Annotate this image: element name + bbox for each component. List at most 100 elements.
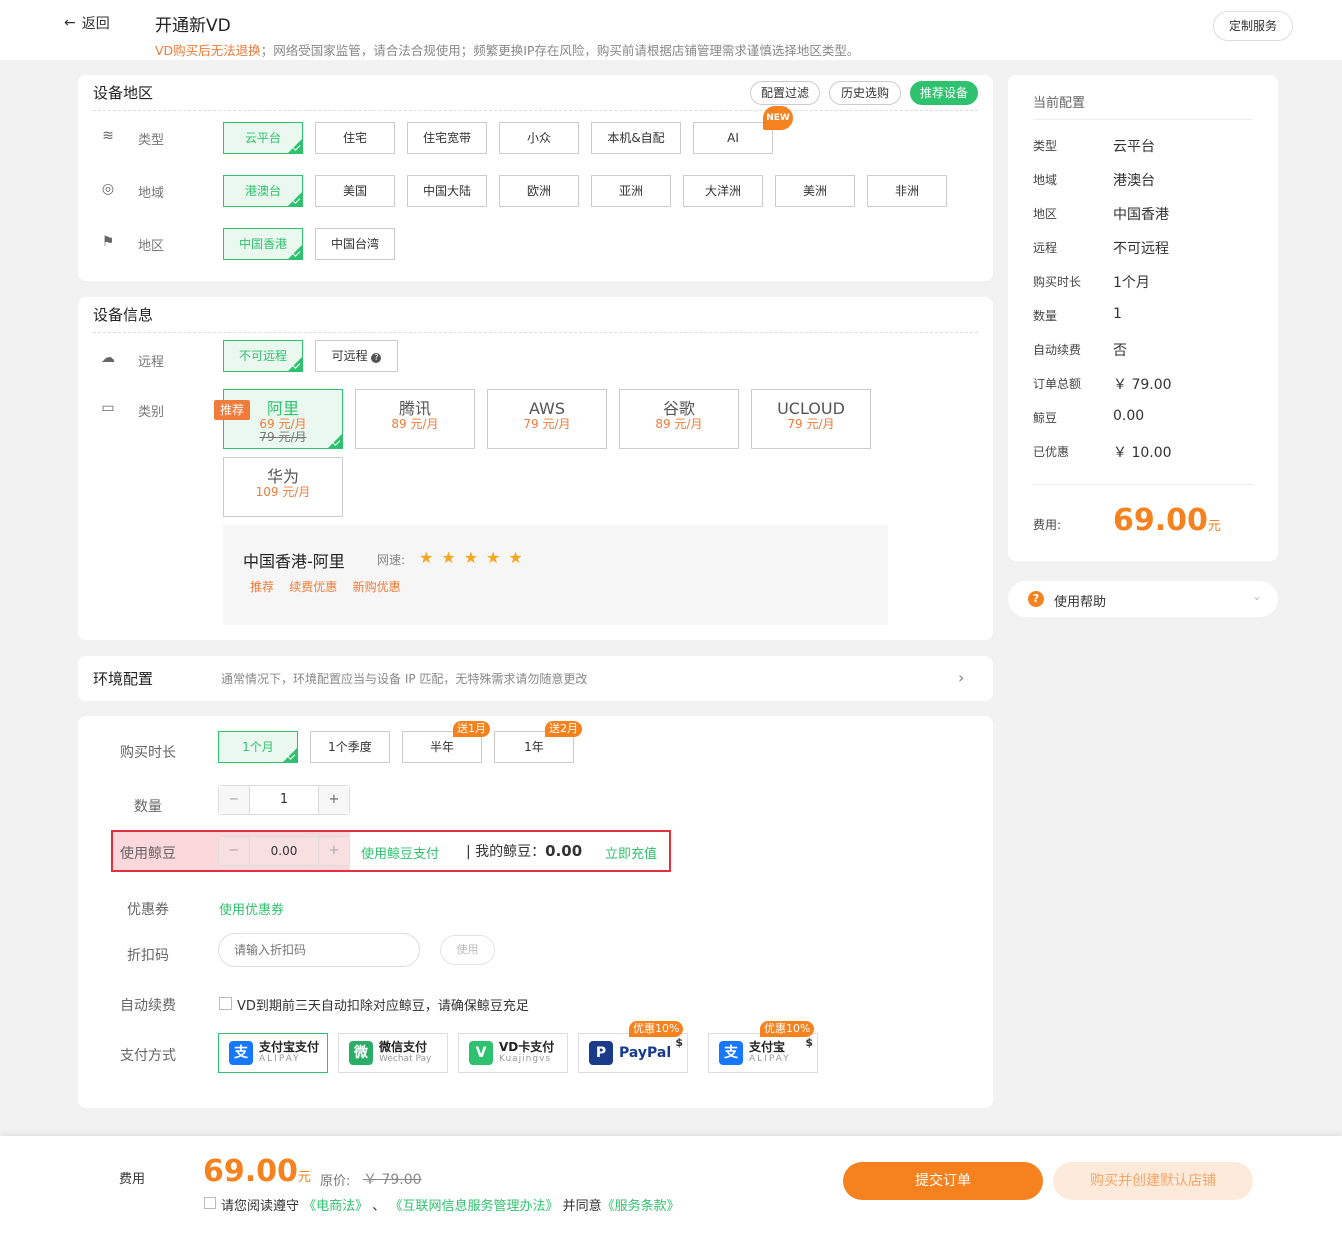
help-label: 使用帮助 (1054, 595, 1107, 610)
layers-icon: ≋ (102, 128, 114, 144)
recommend-device-button[interactable]: 推荐设备 (910, 81, 978, 105)
ecommerce-law-link[interactable]: 《电商法》 (303, 1199, 368, 1214)
area-option-asia[interactable]: 亚洲 (591, 175, 671, 207)
side-value: 0.00 (1113, 408, 1145, 424)
cloud-option-aliyun[interactable]: 推荐 阿里 69 元/月 79 元/月 (214, 389, 343, 449)
info-tag: 推荐 (250, 580, 275, 594)
remote-option-no[interactable]: 不可远程 (223, 340, 303, 372)
cloud-price: 89 元/月 (655, 417, 703, 431)
cloud-name: 华为 (266, 467, 299, 486)
minus-button[interactable]: − (219, 786, 249, 814)
star-icon: ★ (419, 548, 434, 567)
side-fee-unit: 元 (1207, 519, 1221, 534)
area-option-hmt[interactable]: 港澳台 (223, 175, 303, 207)
discount-code-input[interactable] (218, 933, 420, 967)
paypal-icon: P (589, 1041, 613, 1065)
purchase-notice: VD购买后无法退换；网络受国家监管，请合法合规使用；频繁更换IP存在风险，购买前… (155, 40, 859, 59)
area-option-africa[interactable]: 非洲 (867, 175, 947, 207)
cloud-option-aws[interactable]: AWS 79 元/月 (487, 389, 607, 449)
area-option-us[interactable]: 美国 (315, 175, 395, 207)
side-key: 类型 (1033, 139, 1058, 153)
auto-renew-checkbox[interactable] (219, 997, 232, 1010)
bean-stepper[interactable]: − 0.00 + (218, 836, 350, 866)
payment-paypal[interactable]: P PayPal $ (578, 1033, 688, 1073)
vd-card-icon: V (469, 1041, 493, 1065)
use-bean-link[interactable]: 使用鲸豆支付 (361, 843, 439, 862)
side-value: 不可远程 (1113, 241, 1169, 257)
minus-button[interactable]: − (219, 837, 249, 865)
separator: 、 (372, 1199, 386, 1214)
history-button[interactable]: 历史选购 (829, 81, 901, 105)
cloud-option-ucloud[interactable]: UCLOUD 79 元/月 (751, 389, 871, 449)
dollar-icon: $ (805, 1036, 813, 1049)
area-option-oceania[interactable]: 大洋洲 (683, 175, 763, 207)
type-option-niche[interactable]: 小众 (499, 122, 579, 154)
notice-text: ；网络受国家监管，请合法合规使用；频繁更换IP存在风险，购买前请根据店铺管理需求… (260, 43, 860, 58)
type-option-local[interactable]: 本机&自配 (591, 122, 681, 154)
divider (1033, 484, 1253, 485)
bean-label: 使用鲸豆 (120, 846, 176, 862)
use-coupon-link[interactable]: 使用优惠券 (219, 899, 284, 918)
cloud-option-google[interactable]: 谷歌 89 元/月 (619, 389, 739, 449)
back-button[interactable]: ← 返回 (64, 13, 110, 33)
payment-vdcard[interactable]: V VD卡支付 Kuajingvs (458, 1033, 568, 1073)
quantity-stepper[interactable]: − 1 + (218, 785, 350, 815)
custom-service-button[interactable]: 定制服务 (1213, 11, 1293, 41)
bean-value[interactable]: 0.00 (249, 837, 319, 865)
submit-order-button[interactable]: 提交订单 (843, 1162, 1043, 1200)
remote-label: 远程 (138, 355, 165, 370)
side-value: 中国香港 (1113, 207, 1169, 223)
my-bean-value: 0.00 (545, 842, 583, 860)
recharge-link[interactable]: 立即充值 (605, 843, 657, 862)
apply-discount-button[interactable]: 使用 (440, 935, 495, 965)
new-badge: NEW (763, 106, 793, 130)
cloud-option-tencent[interactable]: 腾讯 89 元/月 (355, 389, 475, 449)
config-filter-button[interactable]: 配置过滤 (750, 81, 820, 105)
area-option-europe[interactable]: 欧洲 (499, 175, 579, 207)
buy-and-create-store-button[interactable]: 购买并创建默认店铺 (1053, 1162, 1253, 1200)
type-option-residential[interactable]: 住宅 (315, 122, 395, 154)
type-option-broadband[interactable]: 住宅宽带 (407, 122, 487, 154)
footer-fee-unit: 元 (297, 1170, 311, 1185)
divider (93, 110, 978, 111)
help-panel[interactable] (1008, 581, 1278, 617)
payment-wechat[interactable]: 微 微信支付 Wechat Pay (338, 1033, 448, 1073)
auto-renew-label: 自动续费 (120, 998, 176, 1014)
notice-warning: VD购买后无法退换 (155, 43, 261, 58)
speed-label: 网速: (377, 553, 406, 567)
remote-option-yes[interactable]: 可远程 ? (315, 340, 398, 372)
side-key: 地区 (1033, 207, 1058, 221)
side-key: 鲸豆 (1033, 411, 1058, 425)
type-option-ai[interactable]: AI (693, 122, 773, 154)
agree-prefix: 请您阅读遵守 (221, 1199, 300, 1214)
agree-checkbox[interactable] (204, 1197, 216, 1209)
payment-alipay[interactable]: 支 支付宝支付 ALIPAY (218, 1033, 328, 1073)
payment-name: 支付宝支付 (259, 1040, 320, 1054)
cloud-option-huawei[interactable]: 华为 109 元/月 (223, 457, 343, 517)
duration-1-quarter[interactable]: 1个季度 (310, 731, 390, 763)
payment-sub: ALIPAY (259, 1054, 301, 1064)
terms-link[interactable]: 《服务条款》 (602, 1199, 680, 1214)
pay-promo-badge: 优惠10% (629, 1021, 684, 1037)
divider (93, 332, 978, 333)
plus-button[interactable]: + (319, 837, 349, 865)
chevron-right-icon[interactable]: › (958, 668, 964, 687)
chevron-down-icon[interactable]: ⌄ (1252, 589, 1262, 603)
region-option-taiwan[interactable]: 中国台湾 (315, 228, 395, 260)
side-key: 地域 (1033, 173, 1058, 187)
region-option-hongkong[interactable]: 中国香港 (223, 228, 303, 260)
side-key: 已优惠 (1033, 445, 1070, 459)
area-label: 地域 (138, 186, 165, 201)
duration-1-month[interactable]: 1个月 (218, 731, 298, 763)
area-option-mainland[interactable]: 中国大陆 (407, 175, 487, 207)
flag-icon: ⚑ (101, 234, 115, 250)
original-price: ￥ 79.00 (363, 1172, 422, 1188)
payment-alipay-intl[interactable]: 支 支付宝 ALIPAY $ (708, 1033, 818, 1073)
type-option-cloud[interactable]: 云平台 (223, 122, 303, 154)
wechat-icon: 微 (349, 1041, 373, 1065)
quantity-value[interactable]: 1 (249, 786, 319, 814)
area-option-americas[interactable]: 美洲 (775, 175, 855, 207)
plus-button[interactable]: + (319, 786, 349, 814)
side-key: 远程 (1033, 241, 1058, 255)
internet-law-link[interactable]: 《互联网信息服务管理办法》 (389, 1199, 558, 1214)
